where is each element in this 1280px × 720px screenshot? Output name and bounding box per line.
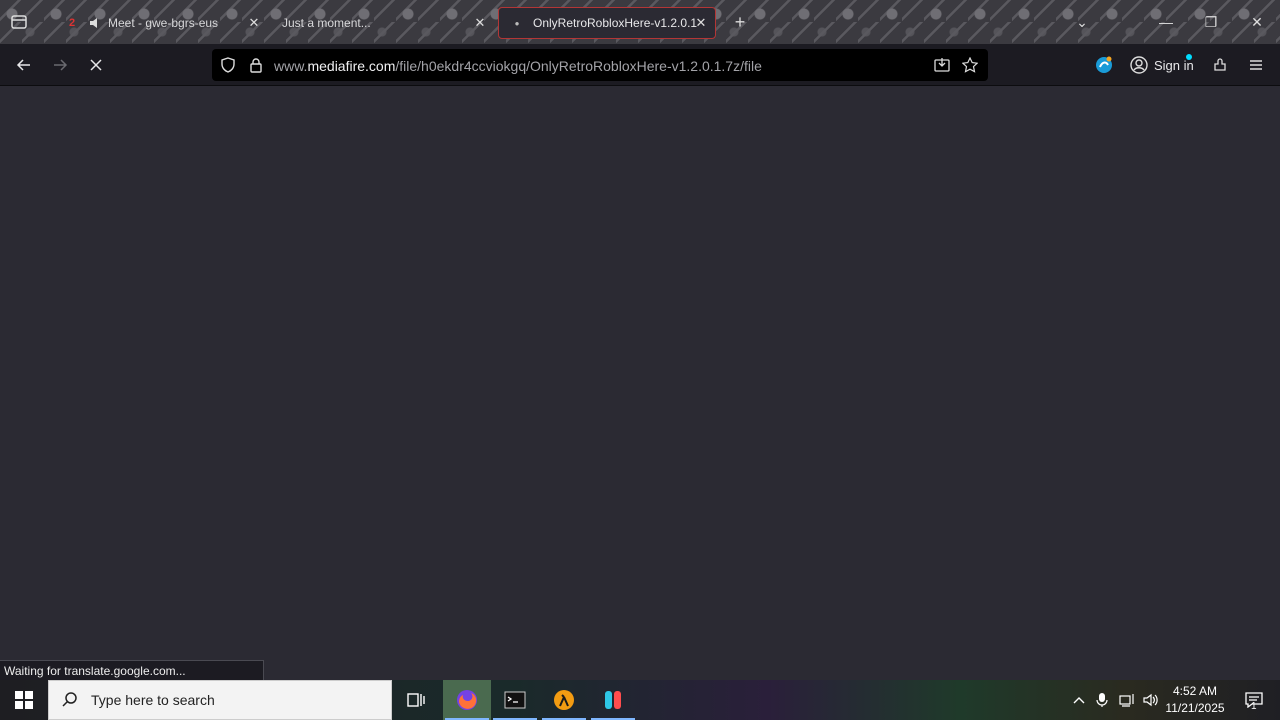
close-tab-icon[interactable]: ✕ <box>693 15 709 31</box>
url-prefix: www. <box>274 58 308 74</box>
clock-time: 4:52 AM <box>1172 684 1218 698</box>
shield-icon[interactable] <box>220 57 236 73</box>
bookmark-star-icon[interactable] <box>961 56 979 73</box>
lock-icon[interactable] <box>248 57 264 73</box>
show-hidden-icons-chevron[interactable] <box>1067 680 1091 720</box>
meet-badge-icon: 2 <box>68 17 76 29</box>
extension-icon[interactable] <box>1092 53 1116 77</box>
task-view-icon[interactable] <box>392 680 440 720</box>
tab-title: Meet - gwe-bgrs-eus <box>108 16 219 30</box>
url-text[interactable]: www.mediafire.com/file/h0ekdr4ccviokgq/O… <box>274 58 762 74</box>
minimize-icon[interactable]: — <box>1156 12 1176 32</box>
extensions-puzzle-icon[interactable] <box>1208 53 1232 77</box>
new-tab-button[interactable]: + <box>730 12 750 32</box>
url-domain: mediafire.com <box>307 58 396 74</box>
tab-just-a-moment[interactable]: Just a moment... ✕ <box>270 8 494 38</box>
loading-dot-icon: ● <box>514 18 520 28</box>
close-window-icon[interactable]: ✕ <box>1247 12 1267 32</box>
url-path: /file/h0ekdr4ccviokgq/OnlyRetroRobloxHer… <box>395 58 762 74</box>
restore-icon[interactable]: ❐ <box>1201 12 1221 32</box>
clock-date: 11/21/2025 <box>1165 701 1225 715</box>
notification-count: 1 <box>1251 701 1257 712</box>
taskbar-search-box[interactable]: Type here to search <box>48 680 392 720</box>
navigation-toolbar: www.mediafire.com/file/h0ekdr4ccviokgq/O… <box>0 44 1280 86</box>
install-page-icon[interactable] <box>934 57 950 73</box>
tab-list-icon[interactable] <box>10 13 28 31</box>
page-content <box>0 87 1280 680</box>
tab-title: Just a moment... <box>282 16 371 30</box>
volume-icon[interactable] <box>1139 680 1163 720</box>
notification-dot <box>1186 54 1192 60</box>
close-tab-icon[interactable]: ✕ <box>472 15 488 31</box>
forward-arrow-icon[interactable] <box>48 53 72 77</box>
back-arrow-icon[interactable] <box>12 53 36 77</box>
terminal-taskbar-icon[interactable] <box>491 680 539 720</box>
system-clock[interactable]: 4:52 AM 11/21/2025 <box>1162 683 1228 717</box>
tab-mediafire[interactable]: ● OnlyRetroRobloxHere-v1.2.0.1 ✕ <box>498 7 716 39</box>
stop-loading-icon[interactable] <box>84 53 108 77</box>
switch-app-taskbar-icon[interactable] <box>589 680 637 720</box>
tab-title: OnlyRetroRobloxHere-v1.2.0.1 <box>533 16 698 30</box>
list-all-tabs-icon[interactable]: ⌄ <box>1072 12 1092 32</box>
windows-start-icon[interactable] <box>0 680 48 720</box>
address-bar[interactable]: www.mediafire.com/file/h0ekdr4ccviokgq/O… <box>212 49 988 81</box>
speaker-icon[interactable] <box>88 15 102 31</box>
half-life-taskbar-icon[interactable] <box>540 680 588 720</box>
sign-in-button[interactable]: Sign in <box>1130 53 1194 77</box>
account-icon <box>1130 56 1148 74</box>
status-panel: Waiting for translate.google.com... <box>0 660 264 681</box>
network-icon[interactable] <box>1115 680 1139 720</box>
taskbar: Type here to search 4:52 AM 11/21/2025 1 <box>0 680 1280 720</box>
menu-hamburger-icon[interactable] <box>1244 53 1268 77</box>
action-center-icon[interactable] <box>1234 680 1274 720</box>
search-placeholder: Type here to search <box>91 692 215 708</box>
tab-meet[interactable]: 2 Meet - gwe-bgrs-eus ✕ <box>54 8 268 38</box>
tab-strip: 2 Meet - gwe-bgrs-eus ✕ Just a moment...… <box>0 0 1280 44</box>
microphone-icon[interactable] <box>1090 680 1114 720</box>
firefox-taskbar-icon[interactable] <box>443 680 491 720</box>
search-icon <box>62 692 77 707</box>
close-tab-icon[interactable]: ✕ <box>246 15 262 31</box>
